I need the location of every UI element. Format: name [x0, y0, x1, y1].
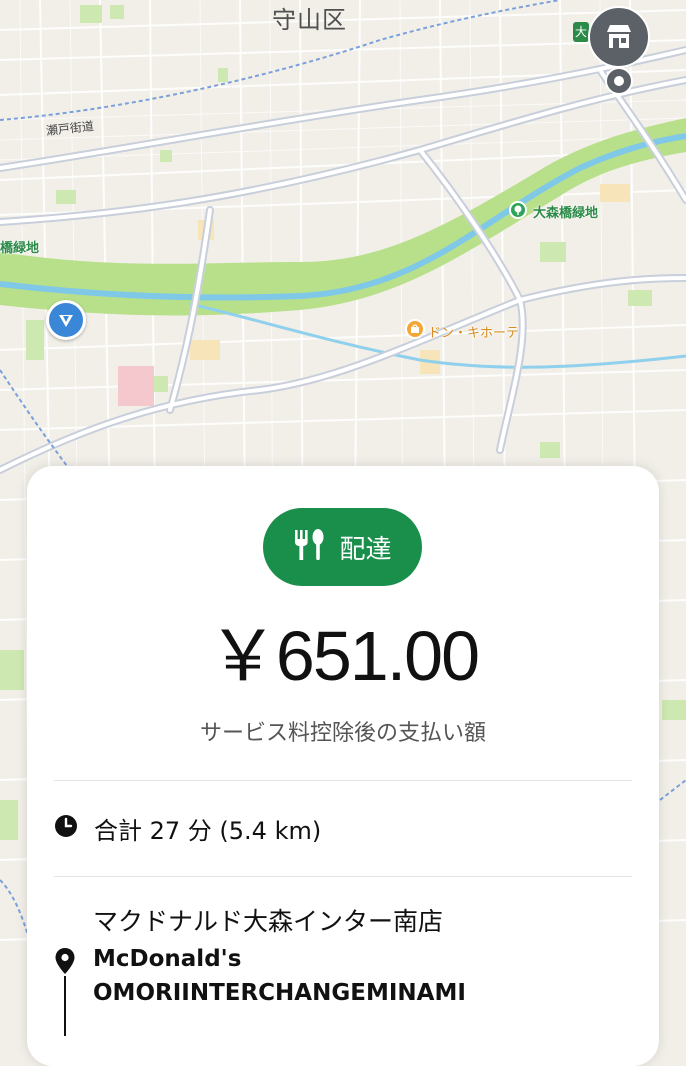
district-label: 守山区: [272, 6, 347, 34]
route-badge: 大: [573, 22, 589, 42]
marker-dot-center: [614, 76, 624, 86]
trip-offer-card[interactable]: 配達 ￥651.00 サービス料控除後の支払い額 合計 27 分 (5.4 km…: [27, 466, 659, 1066]
pickup-location[interactable]: マクドナルド大森インター南店 McDonald's OMORIINTERCHAN…: [93, 902, 633, 1010]
navigation-arrow-icon[interactable]: [46, 300, 86, 340]
storefront-icon[interactable]: [588, 6, 650, 68]
route-connector-line: [64, 976, 66, 1036]
shopping-bag-icon: [405, 319, 425, 339]
park-icon: [509, 201, 527, 219]
delivery-type-label: 配達: [339, 534, 392, 565]
fork-knife-icon: [293, 528, 325, 566]
divider: [54, 780, 632, 781]
store-label: ドン・キホーテ: [428, 326, 520, 341]
divider: [54, 876, 632, 877]
fare-caption: サービス料控除後の支払い額: [199, 721, 486, 746]
location-pin-icon: [54, 947, 76, 979]
clock-icon: [54, 814, 78, 842]
dropoff-dot-marker[interactable]: [605, 67, 633, 95]
delivery-type-pill: 配達: [263, 508, 422, 586]
trip-duration-text: 合計 27 分 (5.4 km): [94, 816, 322, 845]
trip-duration-row: 合計 27 分 (5.4 km): [54, 810, 321, 846]
park-label-left: 橋緑地: [0, 241, 40, 256]
fare-amount: ￥651.00: [207, 617, 480, 695]
park-label: 大森橋緑地: [533, 206, 599, 221]
pickup-name-english-line1: McDonald's: [93, 946, 242, 972]
pickup-name-english-line2: OMORIINTERCHANGEMINAMI: [93, 980, 466, 1006]
pickup-name-japanese: マクドナルド大森インター南店: [93, 907, 444, 936]
